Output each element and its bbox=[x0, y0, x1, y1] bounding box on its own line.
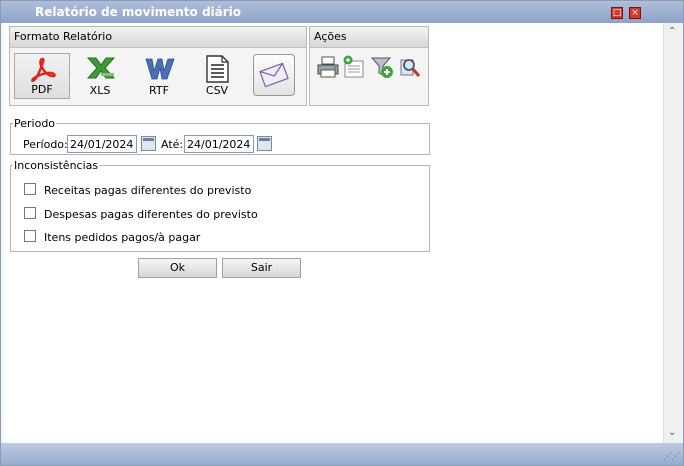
window-content: Formato Relatório PDF XLS RTF CSV Ações … bbox=[3, 23, 663, 443]
formato-relatorio-panel: Formato Relatório PDF XLS RTF CSV bbox=[9, 26, 307, 106]
window-title: Relatório de movimento diário bbox=[35, 5, 242, 19]
scroll-up-icon[interactable]: ⌃ bbox=[668, 26, 676, 37]
periodo-from-input[interactable] bbox=[67, 135, 137, 153]
maximize-icon[interactable]: □ bbox=[611, 7, 623, 19]
calendar-to-icon[interactable] bbox=[257, 136, 272, 151]
acoes-panel: Ações bbox=[309, 26, 429, 106]
periodo-to-input[interactable] bbox=[184, 135, 254, 153]
csv-icon bbox=[206, 55, 229, 83]
receitas-label: Receitas pagas diferentes do previsto bbox=[44, 184, 252, 197]
xls-label: XLS bbox=[89, 84, 111, 97]
scroll-down-icon[interactable]: ⌄ bbox=[668, 427, 676, 438]
acoes-header: Ações bbox=[310, 27, 428, 48]
export-document-icon[interactable] bbox=[342, 55, 366, 79]
receitas-checkbox[interactable] bbox=[24, 183, 36, 195]
ok-button[interactable]: Ok bbox=[138, 258, 217, 278]
csv-button[interactable]: CSV bbox=[189, 53, 245, 99]
search-zoom-icon[interactable] bbox=[398, 55, 422, 79]
itens-checkbox[interactable] bbox=[24, 230, 36, 242]
itens-label: Itens pedidos pagos/à pagar bbox=[44, 231, 201, 244]
vertical-scrollbar[interactable]: ⌃ ⌄ bbox=[663, 23, 682, 443]
pdf-button[interactable]: PDF bbox=[14, 53, 70, 99]
formato-header: Formato Relatório bbox=[10, 27, 306, 48]
rtf-icon bbox=[145, 58, 175, 80]
resize-grip-icon[interactable]: ⋰⋰ bbox=[663, 452, 680, 462]
pdf-icon bbox=[31, 57, 56, 82]
periodo-legend: Periodo bbox=[14, 117, 56, 130]
email-button[interactable] bbox=[253, 54, 295, 96]
add-filter-icon[interactable] bbox=[370, 55, 394, 79]
rtf-button[interactable]: RTF bbox=[131, 53, 187, 99]
csv-label: CSV bbox=[205, 84, 229, 97]
calendar-from-icon[interactable] bbox=[141, 136, 156, 151]
rtf-label: RTF bbox=[149, 84, 169, 97]
envelope-icon bbox=[259, 62, 289, 88]
xls-icon bbox=[86, 57, 116, 79]
pdf-label: PDF bbox=[31, 83, 53, 96]
periodo-to-label: Até: bbox=[161, 138, 184, 151]
title-bar[interactable]: Relatório de movimento diário □ × bbox=[1, 1, 683, 23]
despesas-label: Despesas pagas diferentes do previsto bbox=[44, 208, 258, 221]
periodo-from-label: Período: bbox=[23, 138, 68, 151]
inconsistencias-legend: Inconsistências bbox=[14, 159, 99, 172]
report-window: Relatório de movimento diário □ × Format… bbox=[0, 0, 684, 466]
close-icon[interactable]: × bbox=[629, 7, 641, 19]
xls-button[interactable]: XLS bbox=[72, 53, 128, 99]
despesas-checkbox[interactable] bbox=[24, 207, 36, 219]
sair-button[interactable]: Sair bbox=[222, 258, 301, 278]
printer-icon[interactable] bbox=[316, 55, 340, 79]
status-bar: ⋰⋰ bbox=[1, 443, 683, 465]
